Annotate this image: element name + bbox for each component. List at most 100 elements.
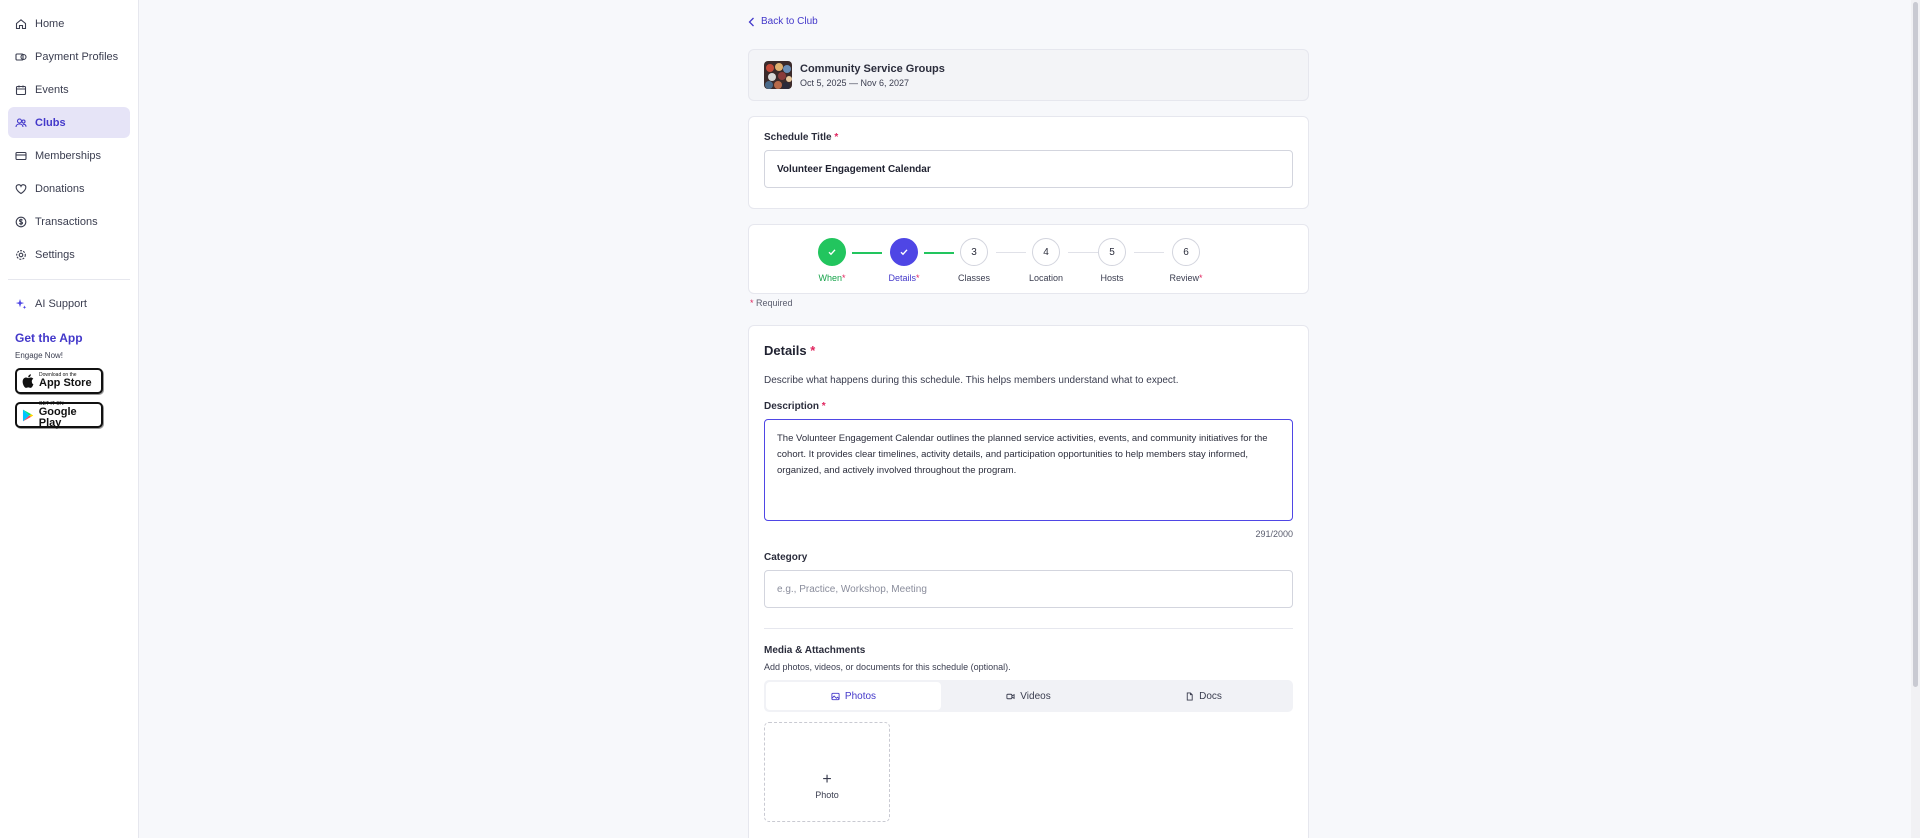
club-summary-card: Community Service Groups Oct 5, 2025 — N… <box>748 49 1309 101</box>
sparkle-icon <box>15 298 27 309</box>
club-dates: Oct 5, 2025 — Nov 6, 2027 <box>800 77 910 88</box>
sidebar-item-label: AI Support <box>35 297 87 310</box>
photo-upload-dropzone[interactable]: + Photo <box>764 722 890 822</box>
step-review[interactable]: 6 Review* <box>1156 238 1216 283</box>
sidebar-item-transactions[interactable]: Transactions <box>8 206 130 237</box>
category-label: Category <box>764 552 808 563</box>
details-heading-text: Details <box>764 343 807 358</box>
media-subtitle: Add photos, videos, or documents for thi… <box>764 662 1011 672</box>
sidebar-item-settings[interactable]: Settings <box>8 239 130 270</box>
sidebar-item-label: Transactions <box>35 215 98 228</box>
sidebar-item-label: Memberships <box>35 149 102 162</box>
gear-icon <box>16 249 26 260</box>
chevron-left-icon <box>748 17 754 26</box>
step-circle: 4 <box>1032 238 1060 266</box>
google-play-big-text: Google Play <box>38 405 77 429</box>
step-hosts[interactable]: 5 Hosts <box>1082 238 1142 283</box>
required-mark: * <box>834 132 839 143</box>
tab-label: Docs <box>1199 690 1222 702</box>
step-label: Classes <box>957 273 990 283</box>
sidebar-divider <box>8 279 130 280</box>
description-textarea[interactable]: The Volunteer Engagement Calendar outlin… <box>764 419 1293 521</box>
step-circle: 5 <box>1098 238 1126 266</box>
tab-label: Videos <box>1020 690 1051 702</box>
sidebar-item-label: Payment Profiles <box>35 50 119 63</box>
character-counter: 291/2000 <box>1255 529 1293 539</box>
sidebar-item-label: Home <box>35 17 65 30</box>
step-label: Location <box>1028 273 1064 283</box>
required-mark: * <box>810 343 816 358</box>
sidebar-item-events[interactable]: Events <box>8 74 130 105</box>
details-card: Details * Describe what happens during t… <box>748 325 1309 838</box>
home-icon <box>15 18 27 29</box>
sidebar-item-label: Settings <box>35 248 75 261</box>
tab-label: Photos <box>844 690 877 702</box>
tab-photos[interactable]: Photos <box>766 682 941 710</box>
section-divider <box>764 628 1293 629</box>
scrollbar-thumb[interactable] <box>1913 2 1918 687</box>
schedule-title-label-text: Schedule Title <box>764 132 832 143</box>
calendar-icon <box>15 85 27 95</box>
back-to-club-label: Back to Club <box>761 16 818 27</box>
payment-icon <box>15 52 27 61</box>
sidebar-item-clubs[interactable]: Clubs <box>8 107 130 138</box>
step-label: Review* <box>1169 273 1203 283</box>
media-tabs: Photos Videos Docs <box>764 680 1293 712</box>
sidebar-item-ai-support[interactable]: AI Support <box>8 288 130 319</box>
step-details[interactable]: Details* <box>874 238 934 283</box>
tab-videos[interactable]: Videos <box>941 682 1116 710</box>
description-label: Description * <box>764 401 1293 412</box>
card-icon <box>15 151 27 160</box>
sidebar-item-label: Events <box>35 83 69 96</box>
get-app-subtitle: Engage Now! <box>15 351 64 360</box>
back-to-club-link[interactable]: Back to Club <box>748 16 818 27</box>
upload-label: Photo <box>815 790 839 800</box>
tab-docs[interactable]: Docs <box>1116 682 1291 710</box>
sidebar-item-memberships[interactable]: Memberships <box>8 140 130 171</box>
details-heading: Details * <box>764 343 1293 358</box>
step-circle-current <box>890 238 918 266</box>
sidebar: Home Payment Profiles Events Clubs Membe… <box>0 0 139 838</box>
check-icon <box>828 249 836 256</box>
step-label: When* <box>818 273 846 283</box>
step-classes[interactable]: 3 Classes <box>944 238 1004 283</box>
document-icon <box>1186 691 1193 701</box>
step-circle-done <box>818 238 846 266</box>
required-note: * Required <box>750 298 793 308</box>
google-play-badge[interactable]: GET IT ON Google Play <box>15 401 103 429</box>
step-circle: 6 <box>1172 238 1200 266</box>
app-store-big-text: App Store <box>39 377 92 389</box>
sidebar-item-payment-profiles[interactable]: Payment Profiles <box>8 41 130 72</box>
description-label-text: Description <box>764 401 820 412</box>
heart-icon <box>15 183 27 194</box>
club-thumbnail <box>764 61 792 89</box>
step-circle: 3 <box>960 238 988 266</box>
sidebar-item-label: Clubs <box>35 116 66 129</box>
step-location[interactable]: 4 Location <box>1016 238 1076 283</box>
dollar-icon <box>15 216 27 227</box>
page-scrollbar[interactable] <box>1911 0 1920 838</box>
people-icon <box>15 117 27 127</box>
media-title: Media & Attachments <box>764 645 866 656</box>
step-progress: When* Details* 3 Classes 4 Location 5 Ho… <box>748 224 1309 294</box>
image-icon <box>831 692 840 700</box>
schedule-title-label: Schedule Title * <box>764 132 1293 143</box>
step-label: Details* <box>888 273 920 283</box>
schedule-title-input[interactable]: Volunteer Engagement Calendar <box>764 150 1293 188</box>
plus-icon: + <box>822 771 832 788</box>
details-description: Describe what happens during this schedu… <box>764 375 1179 386</box>
sidebar-item-donations[interactable]: Donations <box>8 173 130 204</box>
video-icon <box>1006 693 1015 699</box>
apple-icon <box>22 374 34 388</box>
sidebar-item-home[interactable]: Home <box>8 8 130 39</box>
club-name: Community Service Groups <box>800 62 945 75</box>
check-icon <box>900 249 908 256</box>
step-label: Hosts <box>1100 273 1124 283</box>
sidebar-item-label: Donations <box>35 182 85 195</box>
step-when[interactable]: When* <box>802 238 862 283</box>
category-input[interactable]: e.g., Practice, Workshop, Meeting <box>764 570 1293 608</box>
get-app-section: Get the App Engage Now! Download on the … <box>15 331 138 428</box>
app-store-badge[interactable]: Download on the App Store <box>15 368 103 394</box>
schedule-title-card: Schedule Title * Volunteer Engagement Ca… <box>748 116 1309 209</box>
required-mark: * <box>821 401 826 412</box>
